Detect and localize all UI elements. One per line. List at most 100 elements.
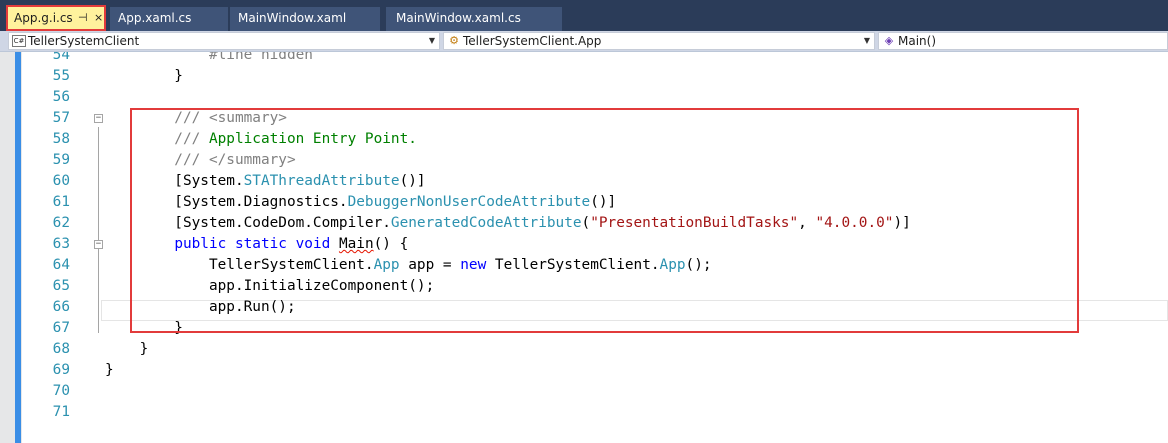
code-lines: 54 #line hidden 55 } 56 57− /// <summary> 58… <box>0 52 1168 443</box>
tab-app-g-i-cs[interactable]: App.g.i.cs ⊣ × <box>6 5 106 31</box>
code-token: (); <box>685 257 712 273</box>
line-number: 63 <box>52 236 70 252</box>
code-token: [System.CodeDom.Compiler. <box>105 215 391 231</box>
code-text: /// Application Entry Point. <box>105 129 417 150</box>
type-dropdown[interactable]: ⚙ TellerSystemClient.App ▼ <box>443 32 875 50</box>
code-token: TellerSystemClient. <box>105 257 374 273</box>
code-line[interactable]: 71 <box>0 402 1168 423</box>
line-number: 68 <box>52 341 70 357</box>
code-token: static <box>234 236 287 252</box>
code-token: "PresentationBuildTasks" <box>590 215 799 231</box>
code-text: TellerSystemClient.App app = new TellerS… <box>105 255 712 276</box>
code-line[interactable]: 54 #line hidden <box>0 52 1168 66</box>
code-line[interactable]: 59 /// </summary> <box>0 150 1168 171</box>
line-number: 59 <box>52 152 70 168</box>
code-token: } <box>105 362 114 378</box>
line-number: 56 <box>52 89 70 105</box>
code-text: /// <summary> <box>105 108 287 129</box>
tab-label: App.xaml.cs <box>118 11 192 25</box>
code-token: app.Run(); <box>105 299 296 315</box>
code-editor[interactable]: 54 #line hidden 55 } 56 57− /// <summary> 58… <box>0 52 1168 443</box>
navigation-bar: C# TellerSystemClient ▼ ⚙ TellerSystemCl… <box>0 31 1168 52</box>
code-text: [System.STAThreadAttribute()] <box>105 171 425 192</box>
code-text: public static void Main() { <box>105 234 408 255</box>
close-icon[interactable]: × <box>94 5 103 31</box>
code-token: /// <box>105 131 209 147</box>
project-dropdown-label: TellerSystemClient <box>28 34 140 48</box>
code-token: Application Entry Point. <box>208 131 417 147</box>
class-icon: ⚙ <box>449 34 459 47</box>
code-text: [System.Diagnostics.DebuggerNonUserCodeA… <box>105 192 616 213</box>
project-dropdown[interactable]: C# TellerSystemClient ▼ <box>8 32 440 50</box>
code-line[interactable]: 67 } <box>0 318 1168 339</box>
code-line[interactable]: 57 − /// <summary> <box>0 108 1168 129</box>
csharp-project-icon: C# <box>12 35 26 47</box>
line-number: 60 <box>52 173 70 189</box>
code-line[interactable]: 70 <box>0 381 1168 402</box>
code-token: /// <summary> <box>105 110 287 126</box>
collapse-icon[interactable]: − <box>94 114 103 123</box>
code-line[interactable]: 65 app.InitializeComponent(); <box>0 276 1168 297</box>
line-number: 65 <box>52 278 70 294</box>
line-number: 71 <box>52 404 70 420</box>
code-token: , <box>798 215 816 231</box>
code-token: } <box>105 68 183 84</box>
chevron-down-icon: ▼ <box>863 36 871 45</box>
line-number: 55 <box>52 68 70 84</box>
tab-app-xaml-cs[interactable]: App.xaml.cs <box>110 7 228 31</box>
collapse-icon[interactable]: − <box>94 240 103 249</box>
code-token: } <box>105 320 183 336</box>
code-token: STAThreadAttribute <box>243 173 400 189</box>
code-line[interactable]: 56 <box>0 87 1168 108</box>
code-text: } <box>105 360 114 381</box>
code-text: app.InitializeComponent(); <box>105 276 434 297</box>
code-line[interactable]: 69} <box>0 360 1168 381</box>
code-token: [System.Diagnostics. <box>105 194 348 210</box>
code-token: public <box>174 236 227 252</box>
type-dropdown-label: TellerSystemClient.App <box>463 34 602 48</box>
line-number: 70 <box>52 383 70 399</box>
code-token: ()] <box>590 194 617 210</box>
pin-icon[interactable]: ⊣ <box>78 5 88 31</box>
line-number: 69 <box>52 362 70 378</box>
line-number: 61 <box>52 194 70 210</box>
code-line[interactable]: 68 } <box>0 339 1168 360</box>
line-number: 64 <box>52 257 70 273</box>
chevron-down-icon: ▼ <box>428 36 436 45</box>
code-text: } <box>105 339 149 360</box>
code-token: #line hidden <box>105 52 313 63</box>
code-line[interactable]: 58 /// Application Entry Point. <box>0 129 1168 150</box>
code-line[interactable]: 62 [System.CodeDom.Compiler.GeneratedCod… <box>0 213 1168 234</box>
code-text: [System.CodeDom.Compiler.GeneratedCodeAt… <box>105 213 911 234</box>
code-text: app.Run(); <box>105 297 296 318</box>
code-token: GeneratedCodeAttribute <box>390 215 582 231</box>
code-token: ( <box>581 215 591 231</box>
member-dropdown[interactable]: ◈ Main() <box>878 32 1168 50</box>
code-token: new <box>460 257 487 273</box>
code-line[interactable]: 55 } <box>0 66 1168 87</box>
code-token: TellerSystemClient. <box>486 257 660 273</box>
line-number: 62 <box>52 215 70 231</box>
code-line[interactable]: 66 app.Run(); <box>0 297 1168 318</box>
tab-mainwindow-xaml[interactable]: MainWindow.xaml <box>230 7 380 31</box>
code-line[interactable]: 64 TellerSystemClient.App app = new Tell… <box>0 255 1168 276</box>
code-token: "4.0.0.0" <box>815 215 894 231</box>
line-number: 57 <box>52 110 70 126</box>
code-line[interactable]: 61 [System.Diagnostics.DebuggerNonUserCo… <box>0 192 1168 213</box>
code-line[interactable]: 60 [System.STAThreadAttribute()] <box>0 171 1168 192</box>
tab-mainwindow-xaml-cs[interactable]: MainWindow.xaml.cs <box>386 7 562 31</box>
code-token: app = <box>399 257 461 273</box>
code-token: )] <box>893 215 911 231</box>
line-number: 58 <box>52 131 70 147</box>
code-text: #line hidden <box>105 52 313 66</box>
document-tab-strip: App.g.i.cs ⊣ × App.xaml.cs MainWindow.xa… <box>0 0 1168 31</box>
member-dropdown-label: Main() <box>898 34 937 48</box>
line-number: 67 <box>52 320 70 336</box>
tab-label: App.g.i.cs <box>14 11 73 25</box>
code-line[interactable]: 63 − public static void Main() { <box>0 234 1168 255</box>
tab-label: MainWindow.xaml <box>238 11 347 25</box>
code-token: /// </summary> <box>105 152 296 168</box>
